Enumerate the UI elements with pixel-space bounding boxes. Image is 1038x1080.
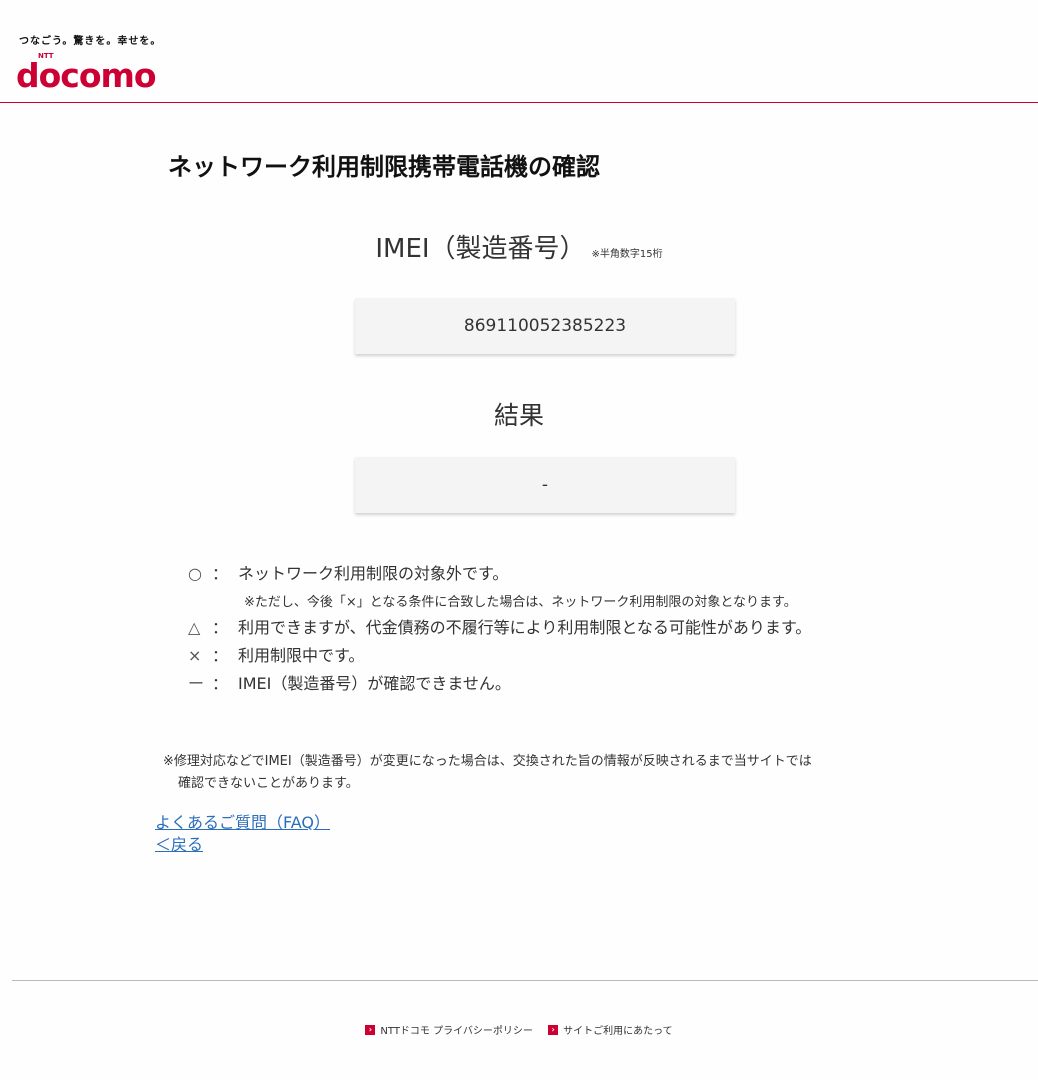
docomo-logo[interactable]: NTT docomo — [16, 52, 157, 96]
site-header: つなごう。驚きを。幸せを。 NTT docomo — [0, 0, 1038, 103]
footer-divider — [12, 980, 1038, 981]
legend-dash-symbol: ー — [188, 674, 205, 693]
legend-text: 利用制限中です。 — [238, 646, 365, 665]
faq-link[interactable]: よくあるご質問（FAQ） — [155, 812, 330, 834]
legend-triangle-symbol: △ — [188, 618, 201, 637]
legend-row-warning: △ ： 利用できますが、代金債務の不履行等により利用制限となる可能性があります。 — [188, 616, 811, 644]
back-link[interactable]: ＜戻る — [155, 834, 330, 856]
page-title: ネットワーク利用制限携帯電話機の確認 — [168, 153, 600, 181]
notice-line-2: 確認できないことがあります。 — [178, 776, 359, 791]
legend-row-ok: ○ ： ネットワーク利用制限の対象外です。 — [188, 562, 811, 590]
legend-text: IMEI（製造番号）が確認できません。 — [238, 674, 511, 693]
site-footer: › NTTドコモ プライバシーポリシー › サイトご利用にあたって — [0, 1022, 1038, 1037]
privacy-policy-link[interactable]: › NTTドコモ プライバシーポリシー — [365, 1022, 533, 1037]
legend-cross-symbol: × — [188, 646, 202, 665]
result-label: 結果 — [493, 401, 544, 430]
legend-colon: ： — [212, 674, 229, 693]
result-legend: ○ ： ネットワーク利用制限の対象外です。 ※ただし、今後「×」となる条件に合致… — [188, 562, 811, 700]
logo-wordmark: NTT docomo — [16, 52, 157, 95]
brand-tagline: つなごう。驚きを。幸せを。 — [19, 36, 162, 47]
notice-line-1: ※修理対応などでIMEI（製造番号）が変更になった場合は、交換された旨の情報が反… — [163, 754, 812, 769]
legend-note: ※ただし、今後「×」となる条件に合致した場合は、ネットワーク利用制限の対象となり… — [244, 595, 797, 610]
imei-value-field: 869110052385223 — [355, 298, 735, 354]
arrow-right-icon: › — [548, 1024, 559, 1035]
legend-colon: ： — [212, 646, 229, 665]
site-terms-label: サイトご利用にあたって — [563, 1026, 673, 1037]
legend-row-unknown: ー ： IMEI（製造番号）が確認できません。 — [188, 672, 811, 700]
page-links: よくあるご質問（FAQ） ＜戻る — [155, 812, 330, 856]
legend-colon: ： — [212, 618, 229, 637]
imei-change-notice: ※修理対応などでIMEI（製造番号）が変更になった場合は、交換された旨の情報が反… — [163, 751, 812, 795]
legend-text: 利用できますが、代金債務の不履行等により利用制限となる可能性があります。 — [238, 618, 812, 637]
site-terms-link[interactable]: › サイトご利用にあたって — [548, 1022, 673, 1037]
imei-label-text: IMEI（製造番号） — [375, 234, 586, 264]
imei-hint: ※半角数字15桁 — [591, 249, 663, 260]
legend-text: ネットワーク利用制限の対象外です。 — [238, 564, 509, 583]
privacy-policy-label: NTTドコモ プライバシーポリシー — [380, 1026, 533, 1037]
logo-ntt-mark: NTT — [38, 52, 54, 60]
arrow-right-icon: › — [365, 1024, 376, 1035]
imei-label: IMEI（製造番号） ※半角数字15桁 — [0, 228, 1038, 265]
logo-brand-text: docomo — [16, 56, 157, 95]
result-value-field: - — [355, 457, 735, 513]
legend-colon: ： — [212, 564, 229, 583]
legend-row-restricted: × ： 利用制限中です。 — [188, 644, 811, 672]
legend-circle-symbol: ○ — [188, 564, 202, 583]
